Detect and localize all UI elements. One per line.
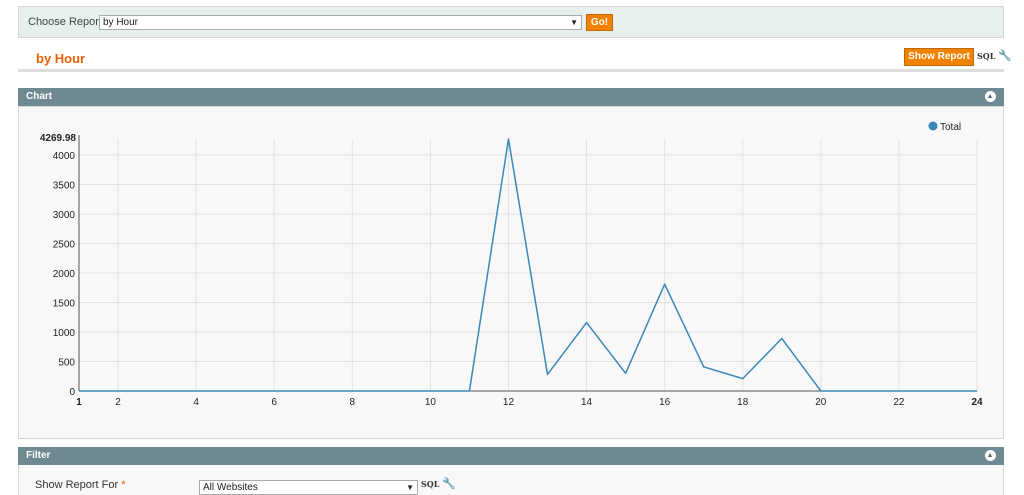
x-tick-label: 6	[271, 397, 277, 408]
wrench-icon: 🔧	[442, 477, 456, 490]
sql-label: SQL	[421, 479, 439, 489]
dropdown-arrow-icon: ▼	[570, 16, 578, 29]
filter-body: Show Report For * All Websites ▼ SQL 🔧	[18, 465, 1004, 495]
title-divider	[18, 69, 1004, 72]
x-tick-label: 14	[581, 397, 593, 408]
report-select[interactable]: by Hour ▼	[99, 15, 582, 30]
x-tick-label: 22	[893, 397, 905, 408]
y-tick-label: 1000	[53, 328, 76, 339]
y-max-label: 4269.98	[40, 133, 77, 144]
dropdown-arrow-icon: ▼	[406, 481, 414, 494]
chart-section-title: Chart	[26, 91, 52, 102]
y-tick-label: 0	[69, 387, 75, 398]
x-tick-label: 24	[971, 397, 983, 408]
x-tick-label: 12	[503, 397, 515, 408]
y-tick-label: 2000	[53, 269, 76, 280]
choose-report-label: Choose Report:	[28, 16, 105, 28]
series-line-total	[79, 139, 977, 391]
x-tick-label: 2	[115, 397, 121, 408]
legend-marker	[929, 122, 938, 131]
x-tick-label: 18	[737, 397, 749, 408]
collapse-up-icon[interactable]	[985, 91, 996, 102]
filter-section-header[interactable]: Filter	[18, 447, 1004, 465]
page-title: by Hour	[36, 51, 85, 66]
chart-container: 0 500 1000 1500 2000 2500 3000 3500 4000 4269.98 1…	[18, 106, 1004, 439]
legend-label: Total	[940, 122, 961, 133]
y-tick-label: 1500	[53, 298, 76, 309]
choose-report-bar: Choose Report: by Hour ▼ Go!	[18, 6, 1004, 38]
filter-sql-link[interactable]: SQL 🔧	[421, 477, 456, 490]
y-tick-label: 2500	[53, 239, 76, 250]
show-report-for-label: Show Report For *	[35, 479, 126, 491]
go-button[interactable]: Go!	[586, 14, 613, 31]
hourly-total-chart: 0 500 1000 1500 2000 2500 3000 3500 4000 4269.98 1…	[19, 107, 1003, 438]
x-tick-label: 1	[76, 397, 82, 408]
x-tick-label: 16	[659, 397, 671, 408]
y-tick-label: 3000	[53, 210, 76, 221]
show-report-for-text: Show Report For	[35, 479, 118, 491]
x-tick-label: 4	[193, 397, 199, 408]
y-tick-label: 3500	[53, 180, 76, 191]
website-select[interactable]: All Websites ▼	[199, 480, 418, 495]
y-tick-label: 4000	[53, 151, 76, 162]
x-tick-label: 20	[815, 397, 827, 408]
y-tick-label: 500	[58, 357, 75, 368]
report-select-value: by Hour	[103, 17, 138, 28]
show-report-button[interactable]: Show Report	[904, 48, 974, 66]
website-select-value: All Websites	[203, 482, 258, 493]
sql-link[interactable]: SQL 🔧	[977, 49, 1012, 62]
required-marker: *	[121, 479, 125, 491]
x-tick-label: 10	[425, 397, 437, 408]
x-tick-label: 8	[350, 397, 356, 408]
wrench-icon: 🔧	[998, 49, 1012, 62]
chart-section-header[interactable]: Chart	[18, 88, 1004, 106]
collapse-up-icon[interactable]	[985, 450, 996, 461]
sql-label: SQL	[977, 51, 995, 61]
filter-section-title: Filter	[26, 450, 50, 461]
